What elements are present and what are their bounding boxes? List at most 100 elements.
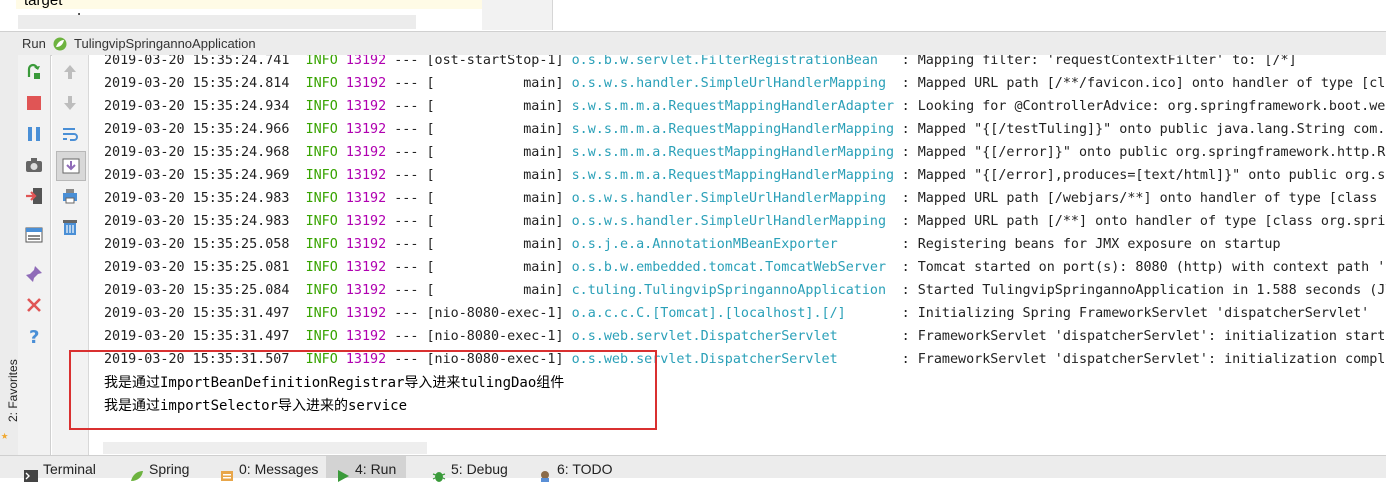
log-separator: --- [394,99,419,114]
down-arrow-icon[interactable] [61,94,79,112]
log-timestamp: 2019-03-20 15:35:31.497 [104,306,290,321]
log-thread: [ main] [426,283,564,298]
log-separator: --- [394,260,419,275]
log-logger[interactable]: o.s.w.s.handler.SimpleUrlHandlerMapping [572,210,902,233]
tab-4-run[interactable]: 4: Run [326,456,407,483]
svg-text:?: ? [29,327,39,345]
console-line: 2019-03-20 15:35:24.983 INFO 13192 --- [… [104,210,1386,233]
spring-leaf-icon [130,464,144,482]
tab-label: Spring [149,461,190,477]
log-message: : Mapped URL path [/**] onto handler of … [901,214,1386,229]
run-tool-window-header: Run TulingvipSpringannoApplication [0,31,1386,56]
log-separator: --- [394,168,419,183]
log-pid: 13192 [345,122,387,137]
run-label: Run [22,36,46,51]
tab-5-debug[interactable]: 5: Debug [432,456,508,483]
tab-label: 0: Messages [239,461,319,477]
scroll-to-end-button[interactable] [56,151,86,181]
log-message: : Started TulingvipSpringannoApplication… [901,283,1386,298]
up-arrow-icon[interactable] [61,63,79,81]
log-thread: [ main] [426,76,564,91]
log-thread: [ost-startStop-1] [426,55,564,68]
tab-terminal[interactable]: Terminal [24,456,96,483]
log-logger[interactable]: c.tuling.TulingvipSpringannoApplication [572,279,902,302]
log-thread: [nio-8080-exec-1] [426,306,564,321]
terminal-icon [24,464,38,483]
console-line: 2019-03-20 15:35:25.081 INFO 13192 --- [… [104,256,1386,279]
trash-icon[interactable] [61,218,79,236]
tree-item-target[interactable]: target [24,0,62,9]
log-logger[interactable]: s.w.s.m.m.a.RequestMappingHandlerMapping [572,164,902,187]
log-logger[interactable]: o.s.w.s.handler.SimpleUrlHandlerMapping [572,187,902,210]
console-horizontal-scrollbar[interactable] [103,442,427,454]
log-logger[interactable]: o.a.c.c.C.[Tomcat].[localhost].[/] [572,302,902,325]
soft-wrap-icon[interactable] [61,125,79,143]
log-separator: --- [394,329,419,344]
log-logger[interactable]: s.w.s.m.m.a.RequestMappingHandlerAdapter [572,95,902,118]
tab-0-messages[interactable]: 0: Messages [220,456,319,482]
log-level: INFO [305,55,338,68]
log-message: : Mapped URL path [/webjars/**] onto han… [901,191,1386,206]
editor-gutter [482,0,553,30]
layout-icon[interactable] [25,226,43,244]
log-logger[interactable]: o.s.j.e.a.AnnotationMBeanExporter [572,233,902,256]
log-message: : Looking for @ControllerAdvice: org.spr… [901,99,1386,114]
tab-6-todo[interactable]: 6: TODO [538,456,613,483]
print-icon[interactable] [61,187,79,205]
log-separator: --- [394,76,419,91]
log-pid: 13192 [345,283,387,298]
log-separator: --- [394,145,419,160]
log-pid: 13192 [345,214,387,229]
console-line: 2019-03-20 15:35:25.084 INFO 13192 --- [… [104,279,1386,302]
log-timestamp: 2019-03-20 15:35:24.983 [104,191,290,206]
log-message: : Initializing Spring FrameworkServlet '… [901,306,1370,321]
log-logger[interactable]: o.s.b.w.embedded.tomcat.TomcatWebServer [572,256,902,279]
log-message: : Mapped "{[/testTuling]}" onto public j… [901,122,1386,137]
tree-item-target-row[interactable] [16,0,482,9]
console-line: 2019-03-20 15:35:24.969 INFO 13192 --- [… [104,164,1386,187]
tab-label: 5: Debug [451,461,508,477]
camera-dump-icon[interactable] [25,156,43,174]
highlight-box [69,350,657,430]
log-logger[interactable]: o.s.web.servlet.DispatcherServlet [572,325,902,348]
log-timestamp: 2019-03-20 15:35:31.497 [104,329,290,344]
stop-icon[interactable] [25,94,43,112]
log-thread: [ main] [426,145,564,160]
log-pid: 13192 [345,237,387,252]
tree-horizontal-scrollbar[interactable] [18,15,416,29]
log-logger[interactable]: s.w.s.m.m.a.RequestMappingHandlerMapping [572,118,902,141]
log-pid: 13192 [345,329,387,344]
help-icon[interactable]: ? [25,327,43,348]
log-message: : Mapping filter: 'requestContextFilter'… [901,55,1297,68]
exit-icon[interactable] [25,187,43,205]
tab-spring[interactable]: Spring [130,456,190,482]
log-message: : Mapped "{[/error],produces=[text/html]… [901,168,1386,183]
spring-boot-icon [52,36,68,52]
log-pid: 13192 [345,191,387,206]
log-timestamp: 2019-03-20 15:35:24.741 [104,55,290,68]
log-message: : FrameworkServlet 'dispatcherServlet': … [901,352,1386,367]
tab-label: 6: TODO [557,461,613,477]
log-logger[interactable]: o.s.w.s.handler.SimpleUrlHandlerMapping [572,72,902,95]
log-pid: 13192 [345,260,387,275]
scroll-to-end-icon [62,157,80,175]
pause-icon[interactable] [25,125,43,143]
run-config-name[interactable]: TulingvipSpringannoApplication [74,36,256,51]
rerun-icon[interactable] [25,63,43,81]
log-pid: 13192 [345,168,387,183]
log-timestamp: 2019-03-20 15:35:24.934 [104,99,290,114]
log-pid: 13192 [345,76,387,91]
log-timestamp: 2019-03-20 15:35:25.084 [104,283,290,298]
log-thread: [ main] [426,191,564,206]
pin-icon[interactable] [25,265,43,283]
console-line: 2019-03-20 15:35:24.966 INFO 13192 --- [… [104,118,1386,141]
log-pid: 13192 [345,55,387,68]
log-logger[interactable]: o.s.b.w.servlet.FilterRegistrationBean [572,55,902,72]
close-icon[interactable] [25,296,43,314]
log-thread: [ main] [426,99,564,114]
debug-icon [432,464,446,483]
project-tree: target pom.xml [0,0,483,30]
log-timestamp: 2019-03-20 15:35:24.966 [104,122,290,137]
log-logger[interactable]: s.w.s.m.m.a.RequestMappingHandlerMapping [572,141,902,164]
log-pid: 13192 [345,99,387,114]
